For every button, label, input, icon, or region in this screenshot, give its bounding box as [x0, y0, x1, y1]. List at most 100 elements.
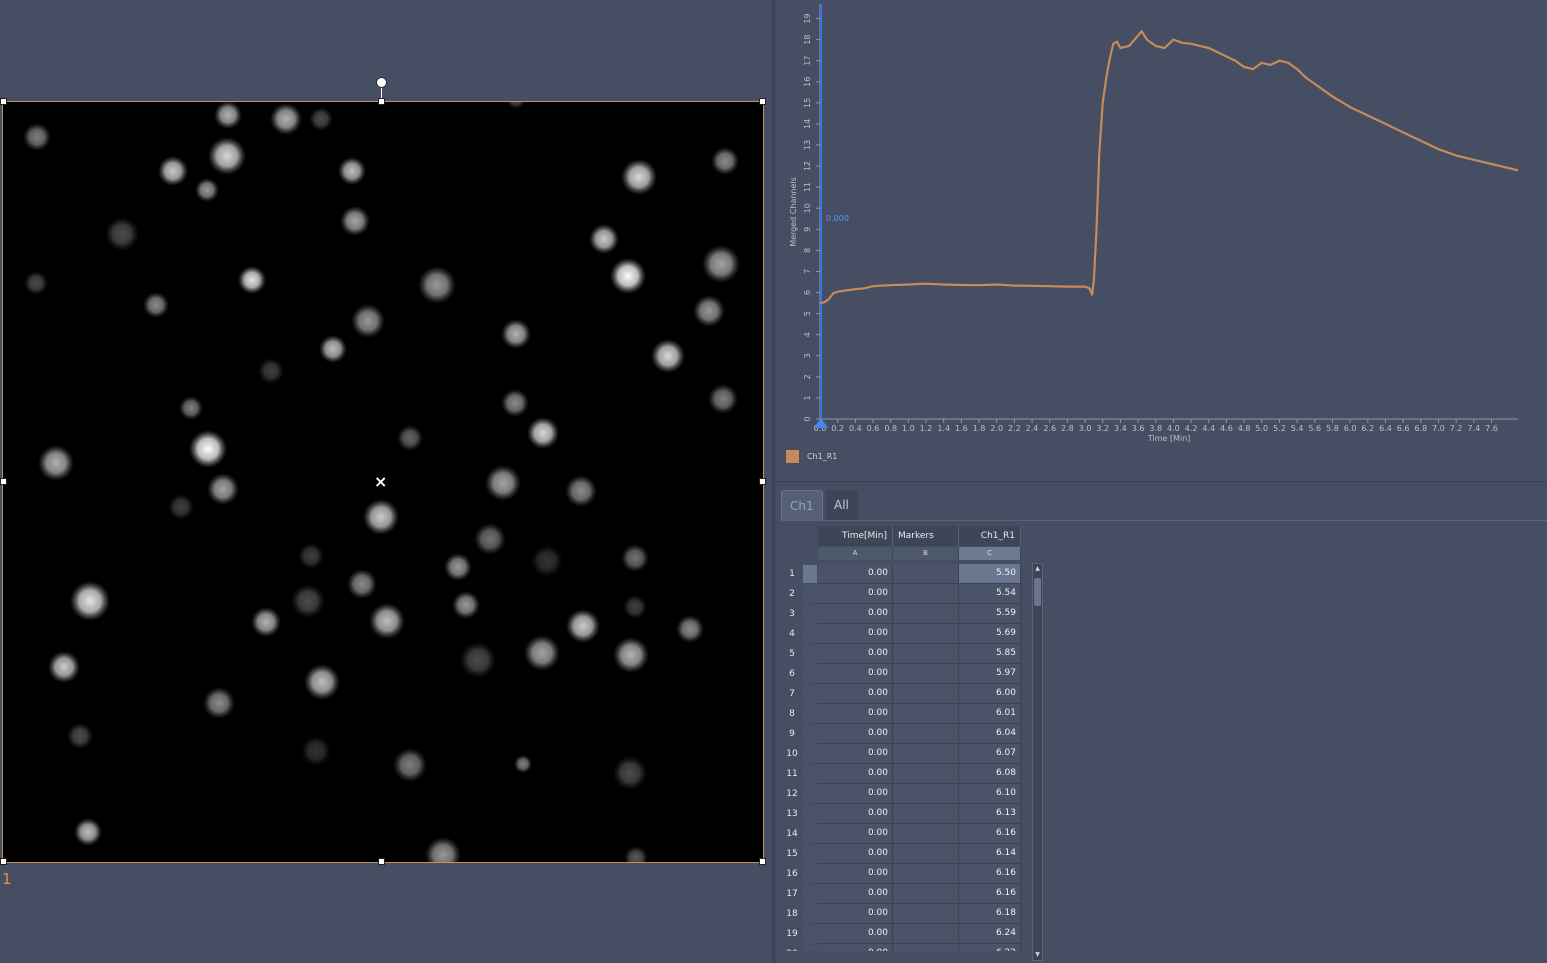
scroll-up-icon[interactable]: ▲	[1033, 564, 1042, 574]
cell-marker[interactable]	[893, 604, 959, 624]
row-selector[interactable]	[803, 865, 817, 883]
row-number[interactable]: 1	[781, 564, 803, 584]
cell-ch1-r1[interactable]: 5.59	[959, 604, 1021, 624]
table-row[interactable]: 19 0.00 6.24	[781, 924, 1041, 944]
cell-time[interactable]: 0.00	[818, 804, 893, 824]
roi-handle-left[interactable]	[0, 478, 7, 485]
row-number[interactable]: 17	[781, 884, 803, 904]
table-row[interactable]: 7 0.00 6.00	[781, 684, 1041, 704]
table-row[interactable]: 9 0.00 6.04	[781, 724, 1041, 744]
row-number[interactable]: 3	[781, 604, 803, 624]
cell-time[interactable]: 0.00	[818, 944, 893, 951]
row-selector[interactable]	[803, 665, 817, 683]
row-selector[interactable]	[803, 845, 817, 863]
table-row[interactable]: 14 0.00 6.16	[781, 824, 1041, 844]
cell-ch1-r1[interactable]: 6.16	[959, 884, 1021, 904]
row-selector[interactable]	[803, 905, 817, 923]
table-row[interactable]: 11 0.00 6.08	[781, 764, 1041, 784]
row-number[interactable]: 12	[781, 784, 803, 804]
row-number[interactable]: 18	[781, 904, 803, 924]
table-row[interactable]: 20 0.00 6.22	[781, 944, 1041, 951]
table-row[interactable]: 15 0.00 6.14	[781, 844, 1041, 864]
row-number[interactable]: 2	[781, 584, 803, 604]
cell-marker[interactable]	[893, 564, 959, 584]
row-selector[interactable]	[803, 605, 817, 623]
row-selector[interactable]	[803, 565, 817, 583]
cell-time[interactable]: 0.00	[818, 724, 893, 744]
row-number[interactable]: 16	[781, 864, 803, 884]
cell-marker[interactable]	[893, 664, 959, 684]
cell-time[interactable]: 0.00	[818, 864, 893, 884]
roi-handle-bottom-left[interactable]	[0, 858, 7, 865]
column-letter-b[interactable]: B	[893, 547, 959, 560]
row-number[interactable]: 6	[781, 664, 803, 684]
row-selector[interactable]	[803, 885, 817, 903]
cell-marker[interactable]	[893, 704, 959, 724]
row-selector[interactable]	[803, 825, 817, 843]
image-viewer[interactable]: × 1	[0, 0, 772, 963]
row-selector[interactable]	[803, 765, 817, 783]
row-selector[interactable]	[803, 685, 817, 703]
cell-time[interactable]: 0.00	[818, 604, 893, 624]
table-row[interactable]: 17 0.00 6.16	[781, 884, 1041, 904]
cell-time[interactable]: 0.00	[818, 564, 893, 584]
row-number[interactable]: 10	[781, 744, 803, 764]
cell-time[interactable]: 0.00	[818, 844, 893, 864]
tab-ch1[interactable]: Ch1	[781, 490, 823, 520]
table-row[interactable]: 8 0.00 6.01	[781, 704, 1041, 724]
column-header-ch1-r1[interactable]: Ch1_R1	[959, 526, 1021, 546]
roi-handle-top[interactable]	[378, 98, 385, 105]
cell-ch1-r1[interactable]: 6.22	[959, 944, 1021, 951]
cell-ch1-r1[interactable]: 6.07	[959, 744, 1021, 764]
cell-marker[interactable]	[893, 824, 959, 844]
row-number[interactable]: 19	[781, 924, 803, 944]
row-selector[interactable]	[803, 785, 817, 803]
cell-marker[interactable]	[893, 584, 959, 604]
cell-time[interactable]: 0.00	[818, 924, 893, 944]
cell-marker[interactable]	[893, 624, 959, 644]
cell-ch1-r1[interactable]: 6.24	[959, 924, 1021, 944]
tab-all[interactable]: All	[826, 490, 858, 520]
roi-handle-top-left[interactable]	[0, 98, 7, 105]
row-selector[interactable]	[803, 745, 817, 763]
cell-ch1-r1[interactable]: 5.69	[959, 624, 1021, 644]
table-row[interactable]: 1 0.00 5.50	[781, 564, 1041, 584]
column-header-time[interactable]: Time[Min]	[818, 526, 893, 546]
row-number[interactable]: 15	[781, 844, 803, 864]
cell-marker[interactable]	[893, 904, 959, 924]
table-row[interactable]: 12 0.00 6.10	[781, 784, 1041, 804]
table-row[interactable]: 3 0.00 5.59	[781, 604, 1041, 624]
cell-ch1-r1[interactable]: 6.16	[959, 824, 1021, 844]
row-number[interactable]: 9	[781, 724, 803, 744]
roi-handle-right[interactable]	[759, 478, 766, 485]
cell-time[interactable]: 0.00	[818, 904, 893, 924]
column-header-markers[interactable]: Markers	[893, 526, 959, 546]
scroll-down-icon[interactable]: ▼	[1033, 950, 1042, 960]
row-number[interactable]: 13	[781, 804, 803, 824]
cell-ch1-r1[interactable]: 6.18	[959, 904, 1021, 924]
cell-ch1-r1[interactable]: 6.04	[959, 724, 1021, 744]
cell-marker[interactable]	[893, 944, 959, 951]
row-number[interactable]: 7	[781, 684, 803, 704]
cell-marker[interactable]	[893, 724, 959, 744]
row-selector[interactable]	[803, 705, 817, 723]
scroll-thumb[interactable]	[1034, 578, 1041, 606]
row-selector[interactable]	[803, 805, 817, 823]
cell-ch1-r1[interactable]: 6.16	[959, 864, 1021, 884]
table-row[interactable]: 2 0.00 5.54	[781, 584, 1041, 604]
table-row[interactable]: 4 0.00 5.69	[781, 624, 1041, 644]
table-vertical-scrollbar[interactable]: ▲ ▼	[1032, 563, 1043, 961]
table-row[interactable]: 10 0.00 6.07	[781, 744, 1041, 764]
cell-time[interactable]: 0.00	[818, 784, 893, 804]
cell-time[interactable]: 0.00	[818, 764, 893, 784]
cell-marker[interactable]	[893, 764, 959, 784]
roi-handle-bottom-right[interactable]	[759, 858, 766, 865]
cell-time[interactable]: 0.00	[818, 824, 893, 844]
cell-marker[interactable]	[893, 864, 959, 884]
cell-ch1-r1[interactable]: 6.08	[959, 764, 1021, 784]
cell-time[interactable]: 0.00	[818, 684, 893, 704]
row-selector[interactable]	[803, 945, 817, 951]
column-letter-a[interactable]: A	[818, 547, 893, 560]
table-row[interactable]: 6 0.00 5.97	[781, 664, 1041, 684]
row-selector[interactable]	[803, 725, 817, 743]
